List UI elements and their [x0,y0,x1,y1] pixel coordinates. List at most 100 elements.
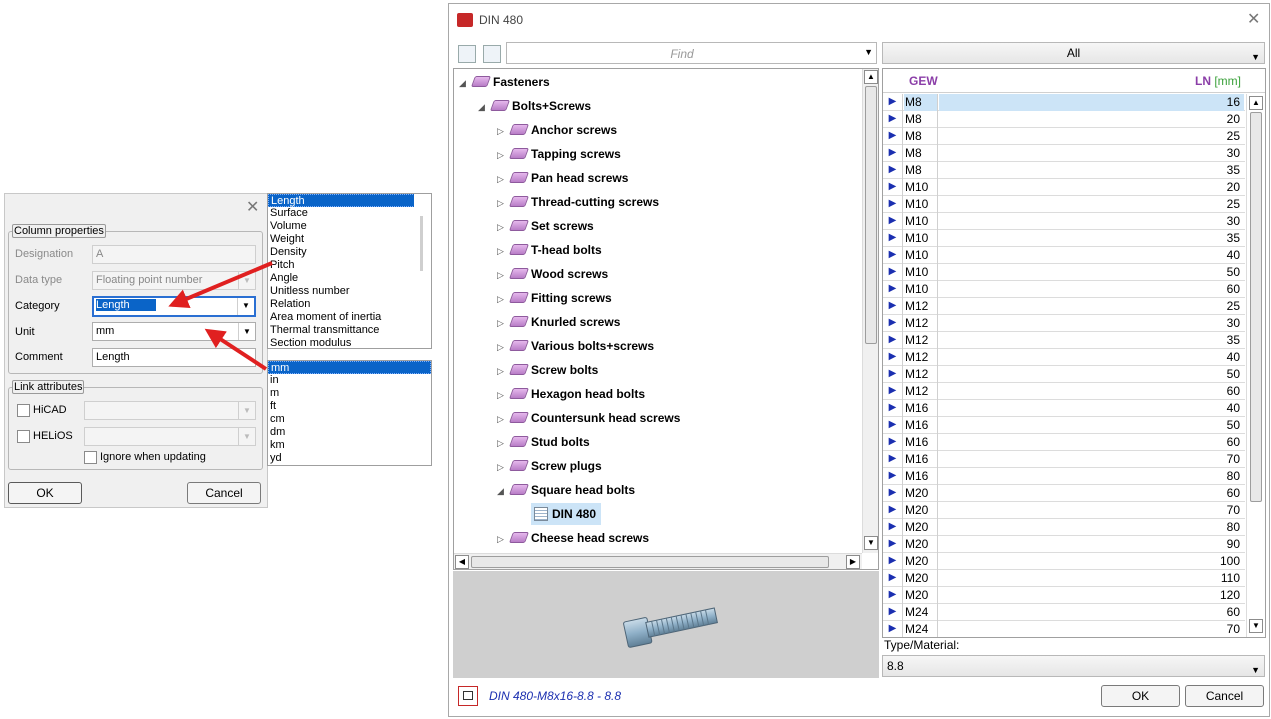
tree-node-cheese-head-screws[interactable]: ▷ Cheese head screws [497,527,649,549]
table-row[interactable]: ▶ M10 60 [883,281,1245,298]
filter-select[interactable]: All ▼ [882,42,1265,64]
tree-node-category[interactable]: ▷ Screw plugs [497,455,602,477]
table-row[interactable]: ▶ M16 60 [883,434,1245,451]
table-row[interactable]: ▶ M16 50 [883,417,1245,434]
table-row[interactable]: ▶ M20 90 [883,536,1245,553]
main-cancel-button[interactable]: Cancel [1185,685,1264,707]
tree-node-category[interactable]: ▷ Pan head screws [497,167,628,189]
table-row[interactable]: ▶ M10 40 [883,247,1245,264]
table-row[interactable]: ▶ M8 20 [883,111,1245,128]
table-row[interactable]: ▶ M20 60 [883,485,1245,502]
scrollbar-thumb[interactable] [865,86,877,344]
expand-arrow-icon[interactable]: ▷ [497,336,511,358]
expand-arrow-icon[interactable]: ▷ [497,120,511,142]
table-row[interactable]: ▶ M8 25 [883,128,1245,145]
tree-node-category[interactable]: ▷ Countersunk head screws [497,407,680,429]
close-icon[interactable]: ✕ [1247,12,1260,28]
table-row[interactable]: ▶ M12 30 [883,315,1245,332]
table-vscrollbar[interactable]: ▲ ▼ [1246,94,1265,637]
table-row[interactable]: ▶ M24 70 [883,621,1245,637]
tree-node-bolts-screws[interactable]: ◢ Bolts+Screws [478,95,591,117]
tree-node-category[interactable]: ▷ Various bolts+screws [497,335,654,357]
catalog-tree[interactable]: ◢ Fasteners ◢ Bolts+Screws ▷ Anchor screws ▷ Ta… [453,68,879,570]
chevron-down-icon[interactable]: ▼ [864,47,873,57]
table-row[interactable]: ▶ M20 110 [883,570,1245,587]
collapse-arrow-icon[interactable]: ◢ [497,480,511,502]
tree-node-category[interactable]: ▷ Set screws [497,215,594,237]
tree-node-category[interactable]: ◢ Square head bolts [497,479,635,501]
tree-node-category[interactable]: ▷ Hexagon head bolts [497,383,645,405]
chevron-down-icon[interactable]: ▼ [1251,660,1260,680]
tree-node-category[interactable]: ▷ Screw bolts [497,359,598,381]
table-row[interactable]: ▶ M10 25 [883,196,1245,213]
table-row[interactable]: ▶ M10 35 [883,230,1245,247]
expand-arrow-icon[interactable]: ▷ [497,408,511,430]
preview-image-icon[interactable] [458,686,478,706]
main-ok-button[interactable]: OK [1101,685,1180,707]
expand-arrow-icon[interactable]: ▷ [497,168,511,190]
collapse-arrow-icon[interactable]: ◢ [459,72,473,94]
tree-node-category[interactable]: ▷ Wood screws [497,263,608,285]
type-material-select[interactable]: 8.8 ▼ [882,655,1265,677]
table-row[interactable]: ▶ M12 25 [883,298,1245,315]
expand-tree-icon[interactable] [458,45,476,63]
tree-hscrollbar[interactable]: ◀ ▶ [454,553,862,569]
tree-node-category[interactable]: ▷ Anchor screws [497,119,617,141]
table-row[interactable]: ▶ M20 120 [883,587,1245,604]
expand-arrow-icon[interactable]: ▷ [497,360,511,382]
tree-vscrollbar[interactable]: ▲ ▼ [862,69,878,553]
table-row[interactable]: ▶ M10 50 [883,264,1245,281]
table-row[interactable]: ▶ M8 35 [883,162,1245,179]
expand-arrow-icon[interactable]: ▷ [497,312,511,334]
scroll-up-icon[interactable]: ▲ [1249,96,1263,110]
expand-arrow-icon[interactable]: ▷ [497,384,511,406]
expand-arrow-icon[interactable]: ▷ [497,432,511,454]
scroll-down-icon[interactable]: ▼ [864,536,878,550]
expand-arrow-icon[interactable]: ▷ [497,264,511,286]
expand-arrow-icon[interactable]: ▷ [497,216,511,238]
scrollbar-thumb[interactable] [1250,112,1262,502]
expand-arrow-icon[interactable]: ▷ [497,192,511,214]
tree-node-category[interactable]: ▷ Fitting screws [497,287,612,309]
expand-arrow-icon[interactable]: ▷ [497,240,511,262]
scroll-down-icon[interactable]: ▼ [1249,619,1263,633]
table-row[interactable]: ▶ M8 16 [883,94,1245,111]
chevron-down-icon[interactable]: ▼ [1251,47,1260,67]
expand-arrow-icon[interactable]: ▷ [497,528,511,550]
table-row[interactable]: ▶ M16 80 [883,468,1245,485]
scroll-left-icon[interactable]: ◀ [455,555,469,569]
table-row[interactable]: ▶ M20 80 [883,519,1245,536]
tree-node-fasteners[interactable]: ◢ Fasteners [459,71,550,93]
tree-node-category[interactable]: ▷ Thread-cutting screws [497,191,659,213]
table-row[interactable]: ▶ M12 35 [883,332,1245,349]
table-row[interactable]: ▶ M12 40 [883,349,1245,366]
expand-arrow-icon[interactable]: ▷ [497,144,511,166]
expand-arrow-icon[interactable]: ▷ [497,288,511,310]
table-row[interactable]: ▶ M10 20 [883,179,1245,196]
tree-node-din480[interactable]: DIN 480 [531,503,602,525]
scroll-up-icon[interactable]: ▲ [864,70,878,84]
size-table[interactable]: GEW LN [mm] ▶ M8 16 ▶ M8 20 ▶ M8 25 ▶ M8 30 ▶ M8 35 ▶ M1… [882,68,1266,638]
table-row[interactable]: ▶ M16 40 [883,400,1245,417]
table-row[interactable]: ▶ M12 60 [883,383,1245,400]
table-row[interactable]: ▶ M20 100 [883,553,1245,570]
column-ln[interactable]: LN [mm] [1195,74,1241,88]
column-gew[interactable]: GEW [909,74,938,88]
table-row[interactable]: ▶ M16 70 [883,451,1245,468]
tree-node-category[interactable]: ▷ Tapping screws [497,143,621,165]
row-marker-icon: ▶ [883,349,903,366]
scrollbar-thumb[interactable] [471,556,829,568]
tree-node-category[interactable]: ▷ Knurled screws [497,311,620,333]
table-row[interactable]: ▶ M10 30 [883,213,1245,230]
collapse-tree-icon[interactable] [483,45,501,63]
table-row[interactable]: ▶ M12 50 [883,366,1245,383]
table-row[interactable]: ▶ M24 60 [883,604,1245,621]
find-input[interactable]: Find ▼ [506,42,877,64]
expand-arrow-icon[interactable]: ▷ [497,456,511,478]
tree-node-category[interactable]: ▷ Stud bolts [497,431,590,453]
table-row[interactable]: ▶ M8 30 [883,145,1245,162]
scroll-right-icon[interactable]: ▶ [846,555,860,569]
tree-node-category[interactable]: ▷ T-head bolts [497,239,602,261]
table-row[interactable]: ▶ M20 70 [883,502,1245,519]
collapse-arrow-icon[interactable]: ◢ [478,96,492,118]
